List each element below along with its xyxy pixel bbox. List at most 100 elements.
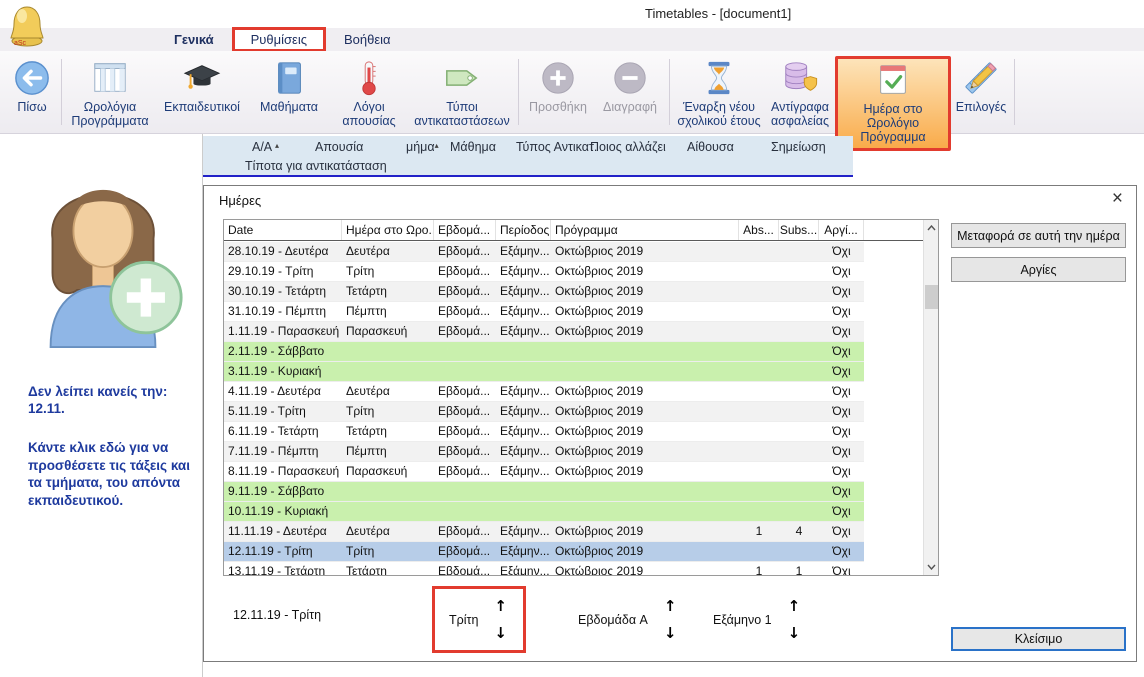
cell-program: Οκτώβριος 2019 xyxy=(551,562,739,576)
table-row[interactable]: 2.11.19 - ΣάββατοΌχι xyxy=(224,342,864,362)
table-row[interactable]: 4.11.19 - ΔευτέραΔευτέραΕβδομά...Εξάμην.… xyxy=(224,382,864,402)
cell-date: 13.11.19 - Τετάρτη xyxy=(224,562,342,576)
cell-abs xyxy=(739,262,779,281)
new-school-year-button[interactable]: Έναρξη νέου σχολικού έτους xyxy=(673,57,765,128)
absence-reasons-button[interactable]: Λόγοι απουσίας xyxy=(329,57,409,128)
table-row[interactable]: 11.11.19 - ΔευτέραΔευτέραΕβδομά...Εξάμην… xyxy=(224,522,864,542)
day-down-arrow-icon[interactable]: ↓ xyxy=(494,626,507,640)
toolbar-separator xyxy=(61,59,62,125)
bg-column-id[interactable]: A/A ▴ xyxy=(252,140,279,154)
cell-hol: Όχι xyxy=(819,262,864,281)
cell-subs xyxy=(779,262,819,281)
tag-icon xyxy=(443,59,481,97)
bg-column-room[interactable]: Αίθουσα xyxy=(687,140,734,154)
bg-column-class[interactable]: μήμα▴ xyxy=(406,140,439,154)
table-row[interactable]: 3.11.19 - ΚυριακήΌχι xyxy=(224,362,864,382)
table-row[interactable]: 30.10.19 - ΤετάρτηΤετάρτηΕβδομά...Εξάμην… xyxy=(224,282,864,302)
table-row[interactable]: 6.11.19 - ΤετάρτηΤετάρτηΕβδομά...Εξάμην.… xyxy=(224,422,864,442)
transfer-to-day-button[interactable]: Μεταφορά σε αυτή την ημέρα xyxy=(951,223,1126,248)
col-holiday[interactable]: Αργί... xyxy=(819,220,864,240)
minus-circle-icon xyxy=(611,59,649,97)
week-spinner-arrows: ↑ ↓ xyxy=(664,599,677,640)
table-row[interactable]: 28.10.19 - ΔευτέραΔευτέραΕβδομά...Εξάμην… xyxy=(224,242,864,262)
col-week[interactable]: Εβδομά... xyxy=(434,220,496,240)
bg-column-absence[interactable]: Απουσία xyxy=(315,140,363,154)
cell-subs xyxy=(779,382,819,401)
cell-hol: Όχι xyxy=(819,302,864,321)
vertical-scrollbar[interactable] xyxy=(923,220,938,575)
app-bell-icon[interactable]: aSc xyxy=(7,3,47,49)
table-row[interactable]: 13.11.19 - ΤετάρτηΤετάρτηΕβδομά...Εξάμην… xyxy=(224,562,864,576)
day-spinner: Τρίτη ↑ ↓ xyxy=(432,586,526,653)
week-up-arrow-icon[interactable]: ↑ xyxy=(664,599,677,613)
cell-hol: Όχι xyxy=(819,402,864,421)
bg-column-note[interactable]: Σημείωση xyxy=(771,140,826,154)
col-program[interactable]: Πρόγραμμα xyxy=(551,220,739,240)
scroll-down-icon[interactable] xyxy=(924,559,939,575)
absent-teacher-avatar[interactable] xyxy=(22,144,184,352)
scroll-up-icon[interactable] xyxy=(924,220,939,236)
cell-day xyxy=(342,342,434,361)
table-row[interactable]: 7.11.19 - ΠέμπτηΠέμπτηΕβδομά...Εξάμην...… xyxy=(224,442,864,462)
options-button[interactable]: Επιλογές xyxy=(951,57,1011,114)
backup-button[interactable]: Αντίγραφα ασφαλείας xyxy=(765,57,835,128)
toolbar-label: Μαθήματα xyxy=(260,100,318,114)
period-down-arrow-icon[interactable]: ↓ xyxy=(788,626,801,640)
cell-date: 10.11.19 - Κυριακή xyxy=(224,502,342,521)
cell-date: 8.11.19 - Παρασκευή xyxy=(224,462,342,481)
menu-item-general[interactable]: Γενικά xyxy=(160,30,228,49)
table-row[interactable]: 29.10.19 - ΤρίτηΤρίτηΕβδομά...Εξάμην...Ο… xyxy=(224,262,864,282)
table-row[interactable]: 5.11.19 - ΤρίτηΤρίτηΕβδομά...Εξάμην...Οκ… xyxy=(224,402,864,422)
close-dialog-button[interactable]: Κλείσιμο xyxy=(951,627,1126,651)
cell-week: Εβδομά... xyxy=(434,262,496,281)
col-absents[interactable]: Abs... xyxy=(739,220,779,240)
sidebar-hint[interactable]: Κάντε κλικ εδώ για να προσθέσετε τις τάξ… xyxy=(28,439,196,509)
cell-date: 12.11.19 - Τρίτη xyxy=(224,542,342,561)
days-table-body: 28.10.19 - ΔευτέραΔευτέραΕβδομά...Εξάμην… xyxy=(224,242,864,576)
substitutions-list-header: A/A ▴ Απουσία μήμα▴ Μάθημα Τύπος Αντικατ… xyxy=(203,136,853,177)
scrollbar-thumb[interactable] xyxy=(925,285,938,309)
col-substitutions[interactable]: Subs... xyxy=(779,220,819,240)
table-row[interactable]: 9.11.19 - ΣάββατοΌχι xyxy=(224,482,864,502)
col-date[interactable]: Date xyxy=(224,220,342,240)
cell-period: Εξάμην... xyxy=(496,262,551,281)
period-spinner-arrows: ↑ ↓ xyxy=(788,599,801,640)
cell-date: 3.11.19 - Κυριακή xyxy=(224,362,342,381)
menu-item-settings[interactable]: Ρυθμίσεις xyxy=(232,27,326,52)
week-down-arrow-icon[interactable]: ↓ xyxy=(664,626,677,640)
cell-hol: Όχι xyxy=(819,462,864,481)
table-row[interactable]: 31.10.19 - ΠέμπτηΠέμπτηΕβδομά...Εξάμην..… xyxy=(224,302,864,322)
holidays-button[interactable]: Αργίες xyxy=(951,257,1126,282)
toolbar-separator xyxy=(1014,59,1015,125)
table-row[interactable]: 1.11.19 - ΠαρασκευήΠαρασκευήΕβδομά...Εξά… xyxy=(224,322,864,342)
sort-asc-icon: ▴ xyxy=(435,141,439,150)
cell-period: Εξάμην... xyxy=(496,322,551,341)
cell-hol: Όχι xyxy=(819,322,864,341)
bg-column-subject[interactable]: Μάθημα xyxy=(450,140,496,154)
bg-column-substitution-type[interactable]: Τύπος Αντικατ. xyxy=(516,140,597,154)
cell-subs xyxy=(779,402,819,421)
table-row[interactable]: 8.11.19 - ΠαρασκευήΠαρασκευήΕβδομά...Εξά… xyxy=(224,462,864,482)
cell-week xyxy=(434,362,496,381)
col-period[interactable]: Περίοδος xyxy=(496,220,551,240)
substitution-types-button[interactable]: Τύποι αντικαταστάσεων xyxy=(409,57,515,128)
cell-hol: Όχι xyxy=(819,542,864,561)
period-up-arrow-icon[interactable]: ↑ xyxy=(788,599,801,613)
table-row[interactable]: 10.11.19 - ΚυριακήΌχι xyxy=(224,502,864,522)
cell-abs xyxy=(739,342,779,361)
bg-column-who-changes[interactable]: Ποιος αλλάζει xyxy=(590,140,666,154)
menu-item-help[interactable]: Βοήθεια xyxy=(330,30,405,49)
back-button[interactable]: Πίσω xyxy=(6,57,58,114)
table-row[interactable]: 12.11.19 - ΤρίτηΤρίτηΕβδομά...Εξάμην...Ο… xyxy=(224,542,864,562)
cell-day: Τρίτη xyxy=(342,262,434,281)
cell-date: 4.11.19 - Δευτέρα xyxy=(224,382,342,401)
timetables-button[interactable]: Ωρολόγια Προγράμματα xyxy=(65,57,155,128)
cell-week: Εβδομά... xyxy=(434,442,496,461)
close-icon[interactable]: × xyxy=(1112,188,1123,210)
day-up-arrow-icon[interactable]: ↑ xyxy=(494,599,507,613)
cell-program xyxy=(551,342,739,361)
col-day-in-timetable[interactable]: Ημέρα στο Ωρο... xyxy=(342,220,434,240)
toolbar-label: Πίσω xyxy=(17,100,46,114)
teachers-button[interactable]: Εκπαιδευτικοί xyxy=(155,57,249,114)
subjects-button[interactable]: Μαθήματα xyxy=(249,57,329,114)
